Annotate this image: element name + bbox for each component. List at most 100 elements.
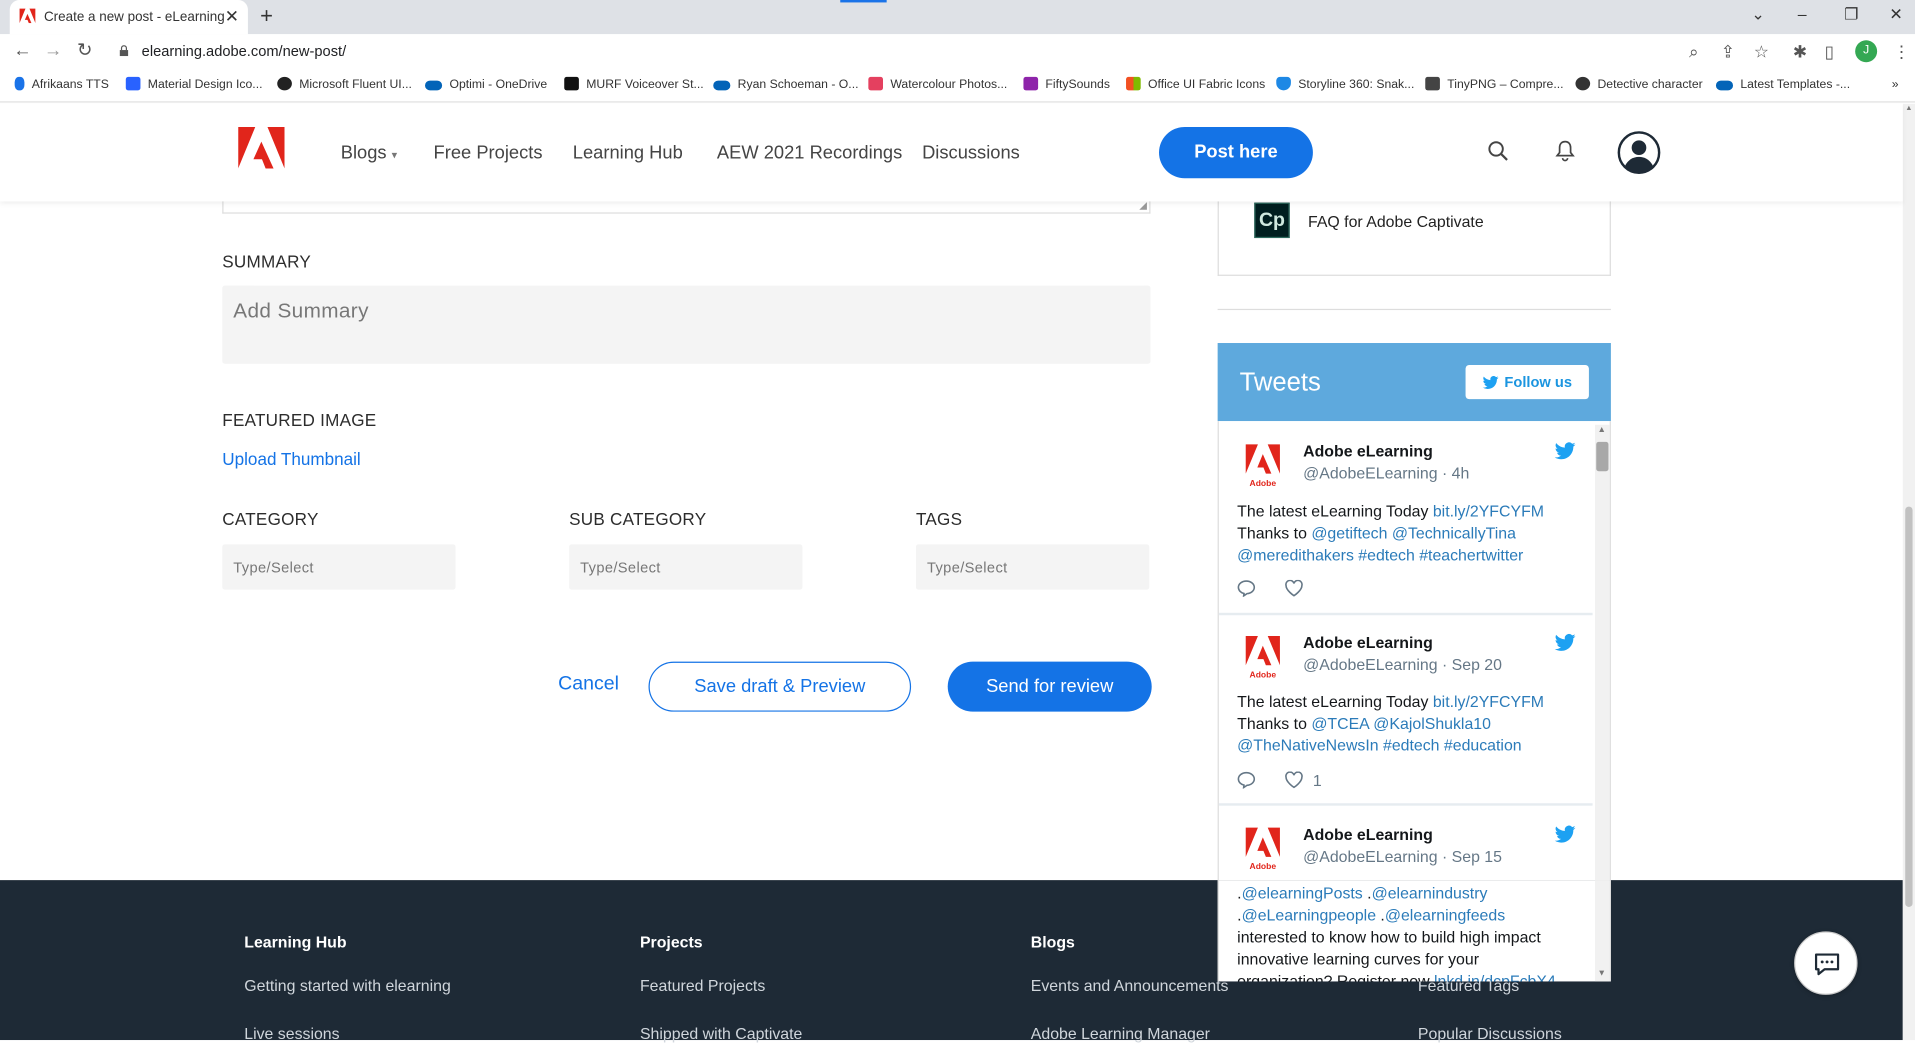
- address-bar[interactable]: elearning.adobe.com/new-post/: [142, 43, 346, 61]
- profile-avatar[interactable]: J: [1855, 40, 1878, 63]
- tweet-link[interactable]: @TCEA @KajolShukla10: [1311, 714, 1491, 732]
- nav-discussions[interactable]: Discussions: [922, 143, 1020, 165]
- summary-input[interactable]: [222, 285, 1151, 364]
- menu-kebab-icon[interactable]: ⋮: [1893, 42, 1910, 62]
- resize-handle-icon[interactable]: ◢: [1139, 201, 1147, 211]
- tweet-handle[interactable]: @AdobeELearning · Sep 20: [1303, 656, 1502, 676]
- heart-icon[interactable]: [1285, 771, 1303, 789]
- extensions-icon[interactable]: ✱: [1793, 42, 1807, 62]
- tab-title: Create a new post - eLearning: [43, 9, 225, 25]
- tweet-link[interactable]: @TheNativeNewsIn #edtech #education: [1237, 736, 1521, 754]
- bell-icon[interactable]: [1555, 139, 1576, 162]
- lock-icon[interactable]: [119, 45, 129, 57]
- bookmark-item[interactable]: Ryan Schoeman - O...: [713, 77, 858, 93]
- back-icon[interactable]: ←: [13, 41, 31, 62]
- browser-tabstrip: [0, 0, 1915, 35]
- bookmark-item[interactable]: TinyPNG – Compre...: [1425, 76, 1564, 93]
- tweet-line: innovative learning curves for your: [1237, 948, 1579, 970]
- scroll-down-arrow-icon[interactable]: ▼: [1597, 969, 1605, 979]
- reply-icon[interactable]: [1237, 771, 1256, 789]
- bookmark-item[interactable]: FiftySounds: [1023, 76, 1110, 93]
- nav-blogs[interactable]: Blogs ▾: [341, 143, 397, 166]
- adobe-avatar-icon[interactable]: Adobe: [1237, 634, 1288, 688]
- footer-link[interactable]: Shipped with Captivate: [640, 1024, 802, 1044]
- minimize-icon[interactable]: –: [1798, 5, 1807, 23]
- footer-link[interactable]: Getting started with elearning: [244, 977, 451, 997]
- tweet-link[interactable]: @getiftech @TechnicallyTina: [1311, 524, 1516, 542]
- user-avatar-icon[interactable]: [1617, 131, 1661, 175]
- share-icon[interactable]: ⇪: [1721, 42, 1735, 62]
- nav-learning-hub[interactable]: Learning Hub: [573, 143, 683, 165]
- tweets-scrollbar[interactable]: [1595, 880, 1610, 982]
- tweet-author-name[interactable]: Adobe eLearning: [1303, 825, 1433, 845]
- save-draft-preview-button[interactable]: Save draft & Preview: [648, 661, 912, 712]
- tweets-scroll-thumb[interactable]: [1596, 441, 1609, 472]
- tweet-link[interactable]: @elearnindustry: [1372, 884, 1488, 902]
- side-panel-icon[interactable]: ▯: [1825, 42, 1834, 62]
- zoom-icon[interactable]: ⌕: [1689, 42, 1699, 62]
- bookmark-item[interactable]: Watercolour Photos...: [868, 76, 1007, 93]
- tweet-author-name[interactable]: Adobe eLearning: [1303, 442, 1433, 462]
- footer-link[interactable]: Featured Projects: [640, 977, 765, 997]
- bookmark-item[interactable]: Latest Templates -...: [1715, 77, 1850, 93]
- footer-link[interactable]: Adobe Learning Manager: [1031, 1024, 1210, 1044]
- bookmark-item[interactable]: Optimi - OneDrive: [425, 77, 547, 93]
- tweet-link[interactable]: lnkd.in/dcpFcbX4: [1434, 972, 1556, 982]
- twitter-bird-icon[interactable]: [1554, 825, 1576, 843]
- sidebar-divider: [1217, 308, 1611, 311]
- tweet-text: The latest eLearning Today bit.ly/2YFCYF…: [1237, 500, 1579, 566]
- restore-icon[interactable]: ❐: [1844, 5, 1858, 23]
- page-scroll-up-icon[interactable]: ▲: [1905, 105, 1912, 114]
- bookmark-item[interactable]: Storyline 360: Snak...: [1276, 76, 1414, 93]
- twitter-bird-icon[interactable]: [1554, 634, 1576, 652]
- bookmark-star-icon[interactable]: ☆: [1754, 42, 1769, 62]
- heart-icon[interactable]: [1285, 579, 1303, 597]
- browser-tab-active[interactable]: Create a new post - eLearning ✕: [9, 0, 248, 35]
- tweet-link[interactable]: @elearningfeeds: [1385, 906, 1505, 924]
- tweet-line: @TheNativeNewsIn #edtech #education: [1237, 735, 1579, 757]
- tab-search-chevron-icon[interactable]: ⌄: [1751, 5, 1764, 23]
- cancel-button[interactable]: Cancel: [558, 674, 619, 696]
- footer-link[interactable]: Live sessions: [244, 1024, 339, 1044]
- nav-free-projects[interactable]: Free Projects: [434, 143, 543, 165]
- footer-link[interactable]: Events and Announcements: [1031, 977, 1229, 997]
- adobe-avatar-icon[interactable]: Adobe: [1237, 825, 1288, 879]
- new-tab-icon[interactable]: +: [260, 5, 273, 27]
- footer-link[interactable]: Popular Discussions: [1418, 1024, 1562, 1044]
- forward-icon[interactable]: →: [44, 41, 62, 62]
- window-close-icon[interactable]: ✕: [1889, 5, 1902, 23]
- chat-button[interactable]: [1794, 931, 1858, 995]
- adobe-avatar-icon[interactable]: Adobe: [1237, 442, 1288, 496]
- page-scroll-thumb[interactable]: [1905, 506, 1913, 907]
- bookmark-item[interactable]: MURF Voiceover St...: [564, 76, 704, 93]
- tweet-link[interactable]: @eLearningpeople: [1242, 906, 1376, 924]
- tweet-handle[interactable]: @AdobeELearning · Sep 15: [1303, 847, 1502, 867]
- tweet-author-name[interactable]: Adobe eLearning: [1303, 634, 1433, 654]
- bookmark-item[interactable]: Material Design Ico...: [125, 76, 263, 93]
- tweet-link[interactable]: bit.ly/2YFCYFM: [1433, 502, 1544, 520]
- faq-link[interactable]: FAQ for Adobe Captivate: [1308, 212, 1484, 232]
- sub-category-label: SUB CATEGORY: [569, 509, 707, 529]
- twitter-bird-icon[interactable]: [1554, 442, 1576, 460]
- adobe-logo-icon[interactable]: [238, 126, 285, 169]
- post-here-button[interactable]: Post here: [1159, 126, 1313, 179]
- scroll-up-arrow-icon[interactable]: ▲: [1597, 426, 1605, 436]
- tweet-link[interactable]: bit.ly/2YFCYFM: [1433, 692, 1544, 710]
- bookmark-item[interactable]: Microsoft Fluent UI...: [277, 76, 412, 93]
- tweet-link[interactable]: @meredithakers #edtech #teachertwitter: [1237, 546, 1523, 564]
- more-bookmarks-icon[interactable]: »: [1892, 77, 1899, 93]
- follow-us-button[interactable]: Follow us: [1465, 364, 1589, 400]
- tweet-link[interactable]: @elearningPosts: [1242, 884, 1363, 902]
- footer-heading: Projects: [639, 932, 703, 951]
- tweet-handle[interactable]: @AdobeELearning · 4h: [1303, 464, 1469, 484]
- tab-close-icon[interactable]: ✕: [225, 7, 239, 24]
- send-for-review-button[interactable]: Send for review: [947, 661, 1152, 712]
- bookmark-item[interactable]: Detective character: [1575, 76, 1703, 93]
- bookmark-item[interactable]: Afrikaans TTS: [14, 76, 109, 93]
- upload-thumbnail-link[interactable]: Upload Thumbnail: [222, 449, 360, 469]
- nav-aew-recordings[interactable]: AEW 2021 Recordings: [717, 143, 902, 165]
- reload-icon[interactable]: ↻: [77, 41, 92, 62]
- search-icon[interactable]: [1488, 140, 1510, 162]
- bookmark-item[interactable]: Office UI Fabric Icons: [1126, 76, 1265, 93]
- reply-icon[interactable]: [1237, 580, 1256, 597]
